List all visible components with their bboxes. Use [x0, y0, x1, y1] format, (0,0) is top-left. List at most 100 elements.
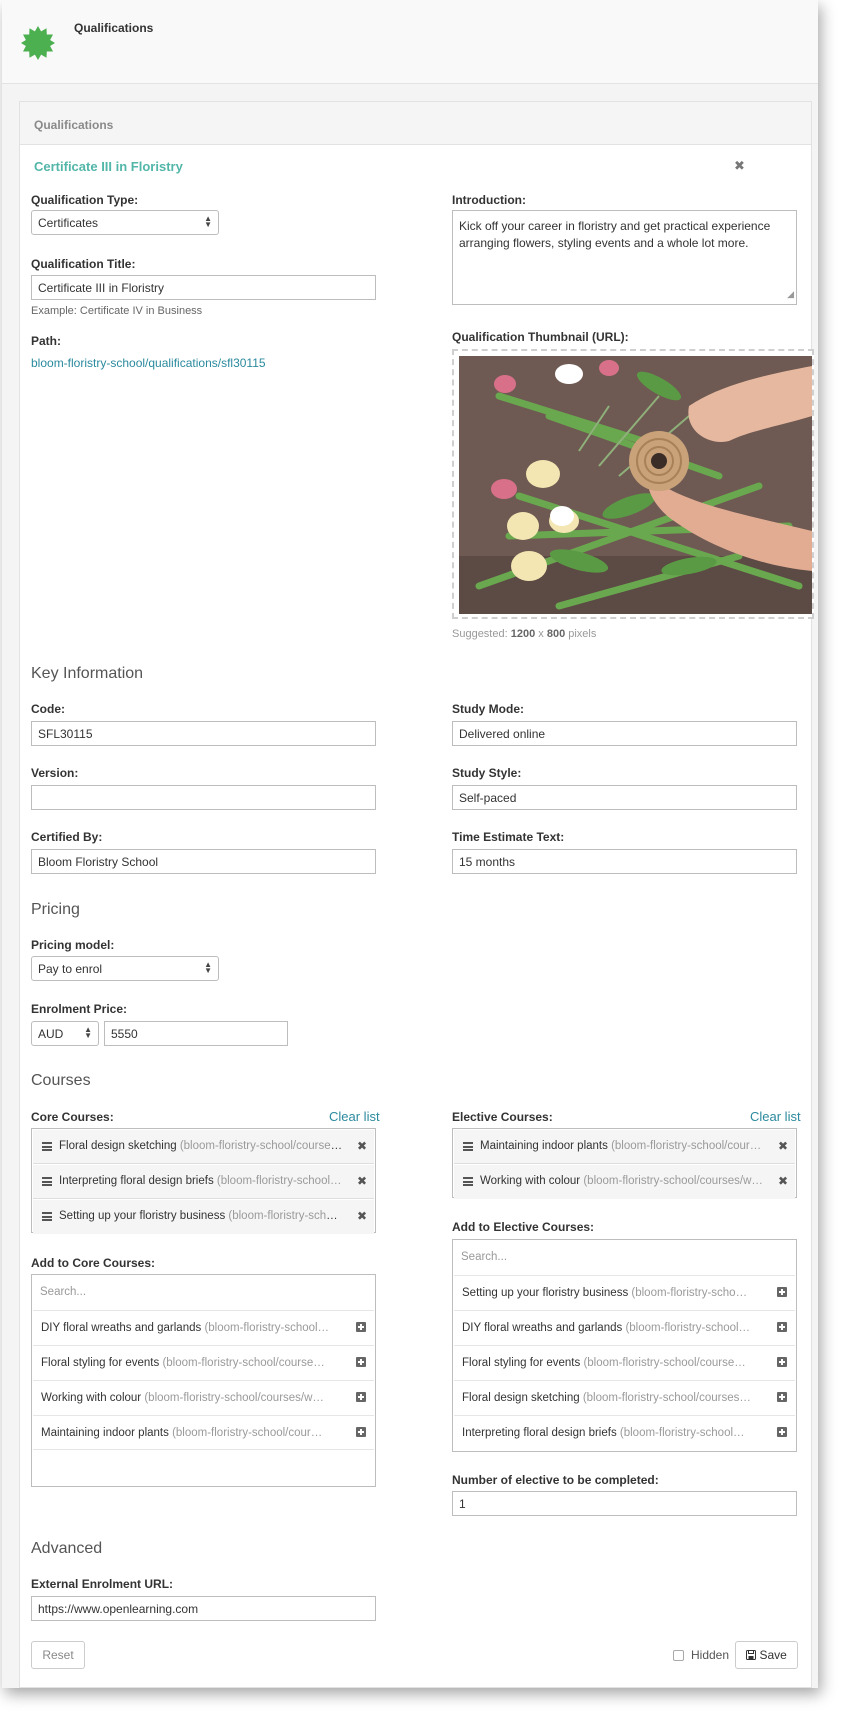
- code-input[interactable]: SFL30115: [31, 721, 376, 746]
- core-course-row[interactable]: Floral design sketching (bloom-floristry…: [33, 1130, 374, 1164]
- path-label: Path:: [31, 334, 61, 348]
- add-icon[interactable]: [356, 1392, 366, 1402]
- core-available-row[interactable]: Maintaining indoor plants (bloom-florist…: [33, 1415, 374, 1450]
- remove-icon[interactable]: ✖: [357, 1139, 367, 1153]
- select-arrows-icon: ▲ ▼: [204, 960, 212, 975]
- add-icon[interactable]: [356, 1357, 366, 1367]
- currency-select[interactable]: AUD ▲ ▼: [31, 1021, 99, 1046]
- add-elective-courses-box: Search... Setting up your floristry busi…: [452, 1239, 797, 1452]
- core-course-row[interactable]: Interpreting floral design briefs (bloom…: [33, 1165, 374, 1199]
- enrolment-price-input[interactable]: 5550: [104, 1021, 288, 1046]
- core-clear-list-link[interactable]: Clear list: [329, 1109, 380, 1124]
- drag-handle-icon[interactable]: [463, 1177, 473, 1186]
- study-style-label: Study Style:: [452, 766, 522, 780]
- qualifications-panel: Qualifications Certificate III in Floris…: [19, 101, 814, 1688]
- elective-available-row[interactable]: Interpreting floral design briefs (bloom…: [454, 1415, 795, 1450]
- add-icon[interactable]: [777, 1287, 787, 1297]
- introduction-textarea[interactable]: Kick off your career in floristry and ge…: [452, 210, 797, 305]
- pricing-model-value: Pay to enrol: [38, 962, 103, 976]
- resize-handle-icon[interactable]: ◢: [787, 286, 794, 303]
- qualification-type-label: Qualification Type:: [31, 193, 139, 207]
- elective-search-input[interactable]: Search...: [453, 1240, 796, 1275]
- core-course-row[interactable]: Setting up your floristry business (bloo…: [33, 1200, 374, 1234]
- study-mode-label: Study Mode:: [452, 702, 524, 716]
- elective-course-row[interactable]: Maintaining indoor plants (bloom-florist…: [454, 1130, 795, 1164]
- add-icon[interactable]: [356, 1427, 366, 1437]
- elective-available-row[interactable]: Floral design sketching (bloom-floristry…: [454, 1380, 795, 1415]
- introduction-label: Introduction:: [452, 193, 526, 207]
- currency-value: AUD: [38, 1027, 64, 1041]
- path-link[interactable]: bloom-floristry-school/qualifications/sf…: [31, 356, 266, 370]
- add-icon[interactable]: [777, 1427, 787, 1437]
- drag-handle-icon[interactable]: [42, 1177, 52, 1186]
- certified-by-input[interactable]: Bloom Floristry School: [31, 849, 376, 874]
- panel-title: Qualifications: [34, 118, 114, 132]
- study-mode-input[interactable]: Delivered online: [452, 721, 797, 746]
- app-window: Qualifications Qualifications Certificat…: [2, 0, 818, 1688]
- add-elective-courses-label: Add to Elective Courses:: [452, 1220, 595, 1234]
- add-icon[interactable]: [777, 1357, 787, 1367]
- top-bar: Qualifications: [2, 0, 818, 84]
- enrolment-price-label: Enrolment Price:: [31, 1002, 128, 1016]
- save-button[interactable]: Save: [735, 1641, 798, 1669]
- number-of-elective-input[interactable]: 1: [452, 1491, 797, 1516]
- panel-header: Qualifications: [20, 102, 811, 145]
- core-available-row[interactable]: DIY floral wreaths and garlands (bloom-f…: [33, 1310, 374, 1345]
- close-icon[interactable]: ✖: [734, 158, 745, 174]
- pricing-model-select[interactable]: Pay to enrol ▲ ▼: [31, 956, 219, 981]
- add-icon[interactable]: [356, 1322, 366, 1332]
- save-label: Save: [759, 1648, 787, 1662]
- elective-clear-list-link[interactable]: Clear list: [750, 1109, 801, 1124]
- qualification-title-hint: Example: Certificate IV in Business: [31, 305, 203, 317]
- hidden-checkbox[interactable]: [673, 1650, 684, 1661]
- elective-available-row[interactable]: DIY floral wreaths and garlands (bloom-f…: [454, 1310, 795, 1345]
- qualification-type-value: Certificates: [38, 216, 99, 230]
- external-enrolment-url-input[interactable]: https://www.openlearning.com: [31, 1596, 376, 1621]
- add-core-courses-label: Add to Core Courses:: [31, 1256, 156, 1270]
- elective-course-row[interactable]: Working with colour (bloom-floristry-sch…: [454, 1165, 795, 1199]
- reset-button[interactable]: Reset: [31, 1641, 85, 1669]
- core-search-input[interactable]: Search...: [32, 1275, 375, 1310]
- remove-icon[interactable]: ✖: [778, 1139, 788, 1153]
- core-courses-list: Floral design sketching (bloom-floristry…: [31, 1128, 376, 1234]
- elective-courses-list: Maintaining indoor plants (bloom-florist…: [452, 1128, 797, 1199]
- remove-icon[interactable]: ✖: [357, 1174, 367, 1188]
- version-input[interactable]: [31, 785, 376, 810]
- floppy-disk-icon: [746, 1650, 757, 1660]
- time-estimate-input[interactable]: 15 months: [452, 849, 797, 874]
- add-core-courses-box: Search... DIY floral wreaths and garland…: [31, 1274, 376, 1487]
- thumbnail-label: Qualification Thumbnail (URL):: [452, 330, 629, 344]
- drag-handle-icon[interactable]: [463, 1142, 473, 1151]
- elective-available-row[interactable]: Setting up your floristry business (bloo…: [454, 1275, 795, 1310]
- add-icon[interactable]: [777, 1322, 787, 1332]
- qualification-title-label: Qualification Title:: [31, 257, 136, 271]
- qualification-title-input[interactable]: Certificate III in Floristry: [31, 275, 376, 300]
- pricing-model-label: Pricing model:: [31, 938, 115, 952]
- time-estimate-label: Time Estimate Text:: [452, 830, 565, 844]
- introduction-text: Kick off your career in floristry and ge…: [459, 219, 771, 250]
- number-of-elective-label: Number of elective to be completed:: [452, 1473, 659, 1487]
- elective-available-row[interactable]: Floral styling for events (bloom-florist…: [454, 1345, 795, 1380]
- logo-seal-icon: [21, 26, 55, 60]
- remove-icon[interactable]: ✖: [357, 1209, 367, 1223]
- add-icon[interactable]: [777, 1392, 787, 1402]
- courses-heading: Courses: [31, 1072, 91, 1089]
- core-available-row[interactable]: Floral styling for events (bloom-florist…: [33, 1345, 374, 1380]
- select-arrows-icon: ▲ ▼: [204, 214, 212, 229]
- qualification-name: Certificate III in Floristry: [34, 159, 183, 174]
- drag-handle-icon[interactable]: [42, 1212, 52, 1221]
- app-title: Qualifications: [74, 21, 154, 35]
- core-courses-label: Core Courses:: [31, 1110, 114, 1124]
- select-arrows-icon: ▲ ▼: [84, 1025, 92, 1040]
- key-information-heading: Key Information: [31, 665, 144, 682]
- drag-handle-icon[interactable]: [42, 1142, 52, 1151]
- study-style-input[interactable]: Self-paced: [452, 785, 797, 810]
- qualification-type-select[interactable]: Certificates ▲ ▼: [31, 210, 219, 235]
- external-enrolment-url-label: External Enrolment URL:: [31, 1577, 174, 1591]
- remove-icon[interactable]: ✖: [778, 1174, 788, 1188]
- thumbnail-dropzone[interactable]: [452, 349, 814, 619]
- core-available-row[interactable]: Working with colour (bloom-floristry-sch…: [33, 1380, 374, 1415]
- hidden-label: Hidden: [691, 1648, 730, 1662]
- advanced-heading: Advanced: [31, 1540, 103, 1557]
- thumbnail-image: [459, 356, 812, 614]
